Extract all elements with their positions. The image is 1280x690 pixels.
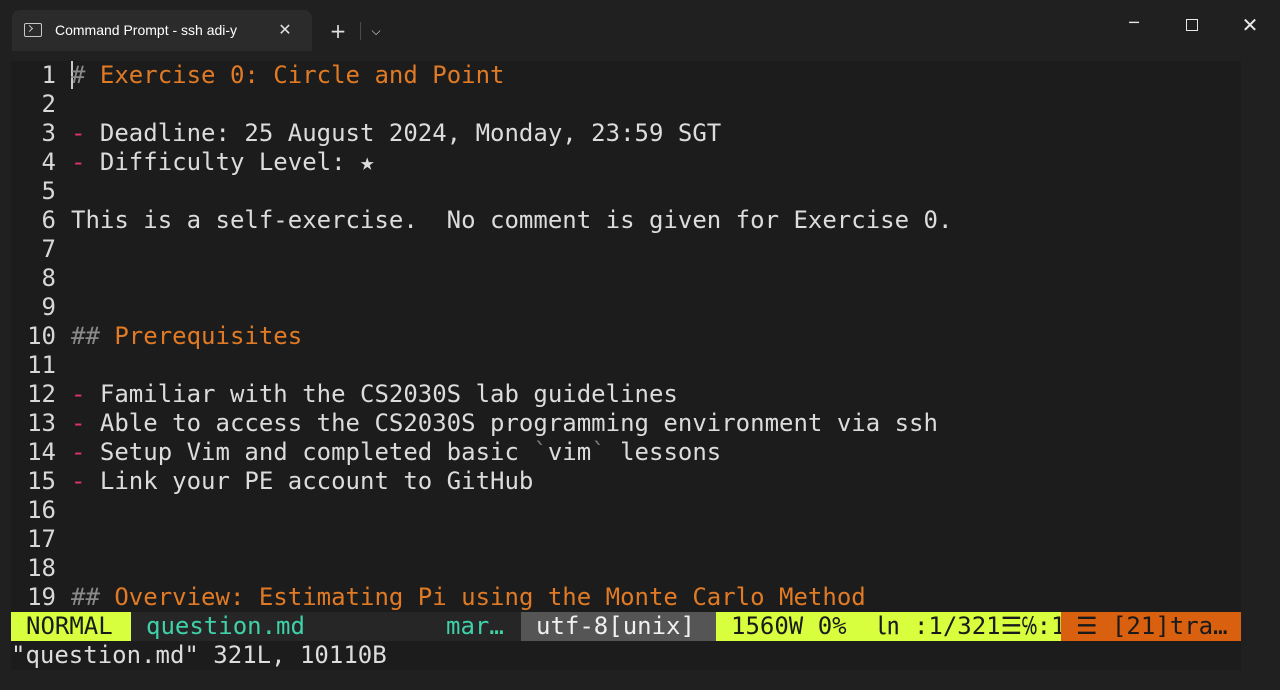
line-number: 14 — [27, 438, 56, 466]
line-token: This is a self-exercise. No comment is g… — [71, 206, 953, 234]
line-token: - — [71, 119, 86, 147]
line-token: Setup Vim and completed basic — [85, 438, 534, 466]
editor-line[interactable]: 14 - Setup Vim and completed basic `vim` … — [11, 438, 1241, 467]
terminal-viewport[interactable]: 1 # Exercise 0: Circle and Point 2 3- Deadl… — [11, 61, 1241, 670]
line-number: 6 — [41, 206, 56, 234]
terminal-tab[interactable]: Command Prompt - ssh adi-y ✕ — [12, 10, 312, 51]
line-text: # Exercise 0: Circle and Point — [71, 61, 504, 89]
line-number: 18 — [27, 554, 56, 582]
editor-line[interactable]: 8 — [11, 264, 1241, 293]
line-number: 15 — [27, 467, 56, 495]
tab-divider — [360, 22, 361, 40]
editor-line[interactable]: 12- Familiar with the CS2030S lab guidel… — [11, 380, 1241, 409]
editor-line[interactable]: 10 ## Prerequisites — [11, 322, 1241, 351]
vim-statusline: NORMAL question.md mar… utf-8[unix] 1560… — [11, 612, 1241, 641]
editor-line[interactable]: 1 # Exercise 0: Circle and Point — [11, 61, 1241, 90]
line-number: 2 — [41, 90, 56, 118]
line-token: Overview: Estimating Pi using the Monte … — [114, 583, 866, 611]
line-number: 12 — [27, 380, 56, 408]
maximize-icon — [1186, 19, 1198, 31]
line-token: # — [71, 61, 100, 89]
line-token: Deadline: 25 August 2024, Monday, 23:59 … — [85, 119, 722, 147]
editor-line[interactable]: 5 — [11, 177, 1241, 206]
line-token: ## — [71, 583, 115, 611]
editor-line[interactable]: 17 — [11, 525, 1241, 554]
line-number: 11 — [27, 351, 56, 379]
line-token: ` — [591, 438, 606, 466]
line-token: ## — [71, 322, 115, 350]
command-line[interactable]: "question.md" 321L, 10110B — [11, 641, 1241, 670]
line-token: Familiar with the CS2030S lab guidelines — [85, 380, 678, 408]
line-number: 3 — [41, 119, 56, 147]
line-text: - Link your PE account to GitHub — [71, 467, 533, 495]
line-token: - — [71, 467, 86, 495]
line-token: vim — [547, 438, 592, 466]
line-token: ` — [533, 438, 548, 466]
line-token: Prerequisites — [114, 322, 303, 350]
line-token: Able to access the CS2030S programming e… — [85, 409, 938, 437]
editor-line[interactable]: 6 This is a self-exercise. No comment is … — [11, 206, 1241, 235]
line-text: - Difficulty Level: ★ — [71, 148, 374, 176]
editor-line[interactable]: 11 — [11, 351, 1241, 380]
encoding-segment: utf-8[unix] — [521, 612, 716, 641]
editor-line[interactable]: 7 — [11, 235, 1241, 264]
editor-line[interactable]: 19 ## Overview: Estimating Pi using the M… — [11, 583, 1241, 612]
line-text: This is a self-exercise. No comment is g… — [71, 206, 952, 234]
editor-line[interactable]: 13- Able to access the CS2030S programmi… — [11, 409, 1241, 438]
minimize-button[interactable]: ─ — [1105, 0, 1163, 51]
line-text: - Deadline: 25 August 2024, Monday, 23:5… — [71, 119, 721, 147]
line-text: - Familiar with the CS2030S lab guidelin… — [71, 380, 678, 408]
buffer-segment: ☰ [21]tra… — [1061, 612, 1241, 641]
line-token: Link your PE account to GitHub — [85, 467, 534, 495]
line-number: 8 — [41, 264, 56, 292]
line-token: Difficulty Level: ★ — [85, 148, 375, 176]
line-token: - — [71, 409, 86, 437]
line-number: 10 — [27, 322, 56, 350]
tab-close-icon[interactable]: ✕ — [275, 20, 295, 40]
new-tab-button[interactable]: + — [323, 16, 353, 46]
close-window-button[interactable]: ✕ — [1221, 0, 1279, 51]
line-text: - Able to access the CS2030S programming… — [71, 409, 938, 437]
filetype-segment: mar… — [431, 612, 521, 641]
command-prompt-icon — [24, 23, 42, 37]
line-text: ## Overview: Estimating Pi using the Mon… — [71, 583, 866, 611]
title-bar: Command Prompt - ssh adi-y ✕ + ⌵ ─ ✕ — [0, 0, 1280, 51]
editor-line[interactable]: 9 — [11, 293, 1241, 322]
line-number: 5 — [41, 177, 56, 205]
editor-line[interactable]: 4- Difficulty Level: ★ — [11, 148, 1241, 177]
line-token: Exercise 0: Circle and Point — [99, 61, 505, 89]
editor-line[interactable]: 3- Deadline: 25 August 2024, Monday, 23:… — [11, 119, 1241, 148]
mode-indicator: NORMAL — [11, 612, 131, 641]
line-number: 1 — [41, 61, 56, 89]
line-number: 16 — [27, 496, 56, 524]
editor-buffer[interactable]: 1 # Exercise 0: Circle and Point 2 3- Deadl… — [11, 61, 1241, 612]
line-token: lessons — [605, 438, 722, 466]
line-number: 13 — [27, 409, 56, 437]
line-number: 4 — [41, 148, 56, 176]
editor-line[interactable]: 16 — [11, 496, 1241, 525]
line-text: - Setup Vim and completed basic `vim` le… — [71, 438, 721, 466]
editor-line[interactable]: 15- Link your PE account to GitHub — [11, 467, 1241, 496]
line-number: 9 — [41, 293, 56, 321]
line-number: 7 — [41, 235, 56, 263]
line-number: 17 — [27, 525, 56, 553]
editor-line[interactable]: 18 — [11, 554, 1241, 583]
chevron-down-icon[interactable]: ⌵ — [364, 16, 388, 46]
maximize-button[interactable] — [1163, 0, 1221, 51]
editor-line[interactable]: 2 — [11, 90, 1241, 119]
tab-title: Command Prompt - ssh adi-y — [55, 22, 238, 38]
line-token: - — [71, 438, 86, 466]
line-text: ## Prerequisites — [71, 322, 302, 350]
line-token: - — [71, 148, 86, 176]
position-segment: 1560W 0% ㏑ :1/321☰℅:1 — [716, 612, 1061, 641]
line-token: - — [71, 380, 86, 408]
line-number: 19 — [27, 583, 56, 611]
